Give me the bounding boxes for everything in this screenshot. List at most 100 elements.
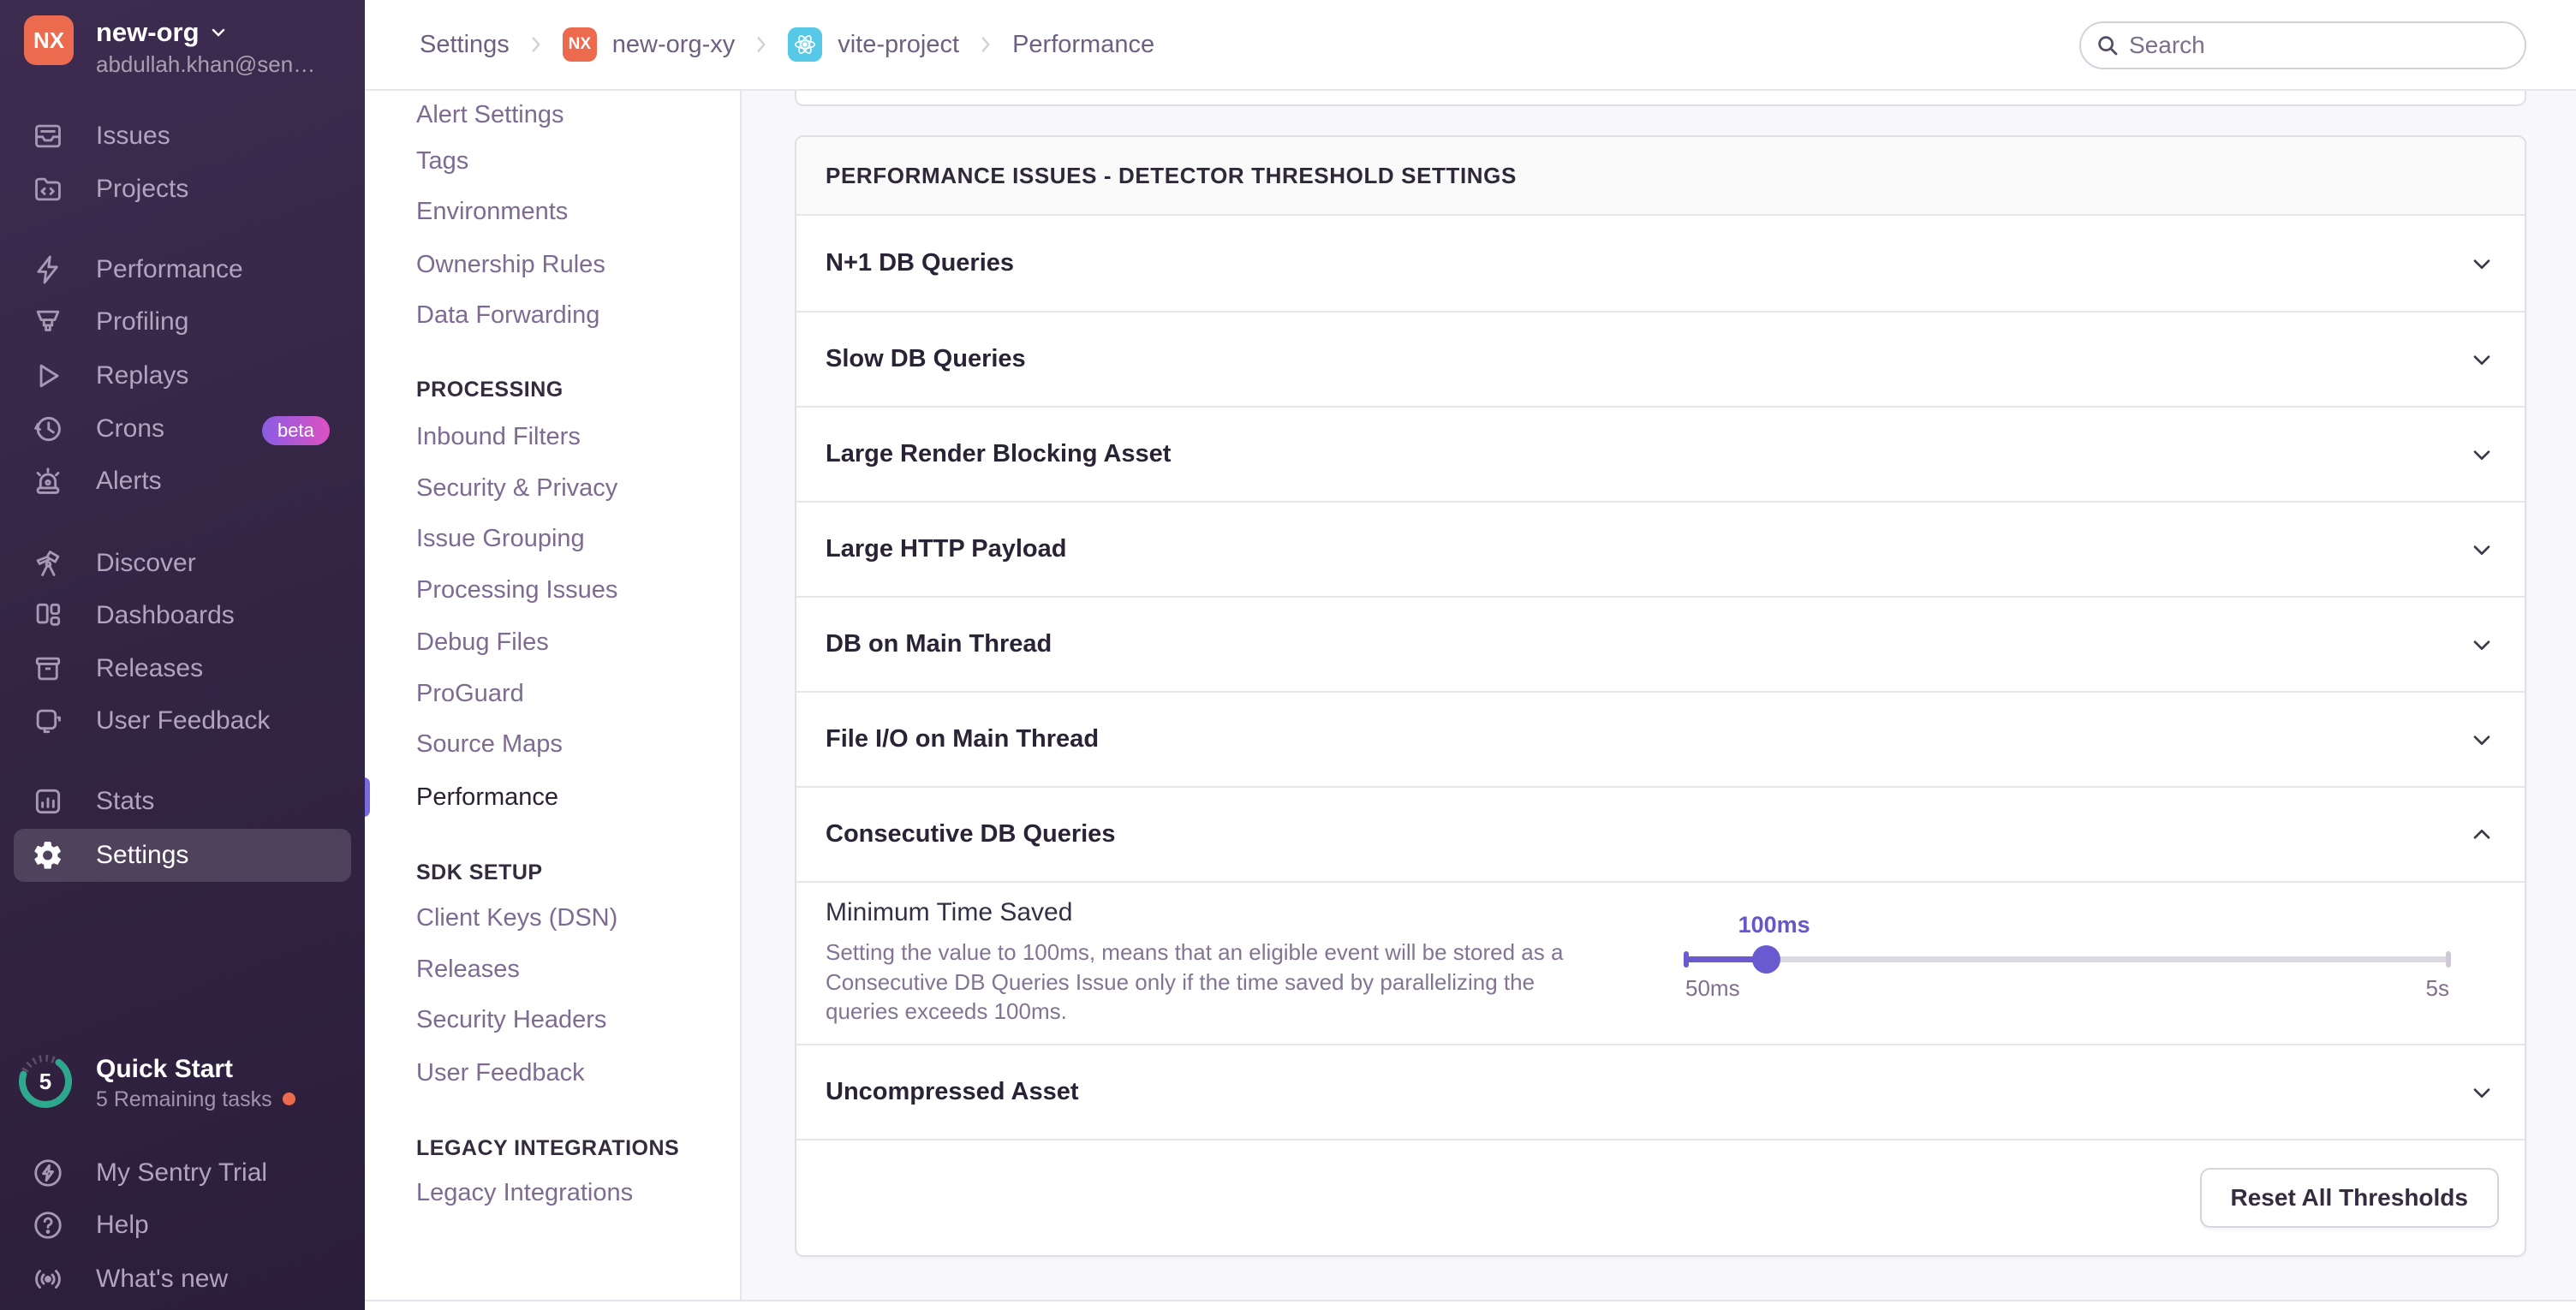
accordion-row-db-on-main-thread[interactable]: DB on Main Thread (796, 596, 2525, 691)
subnav-security-privacy[interactable]: Security & Privacy (416, 467, 617, 509)
subnav-issue-grouping[interactable]: Issue Grouping (416, 518, 585, 559)
gear-icon (31, 838, 65, 872)
sidebar-item-crons[interactable]: Crons beta (0, 402, 365, 456)
org-email: abdullah.khan@sen… (96, 51, 315, 78)
help-icon (31, 1208, 65, 1242)
sidebar-item-label: Crons (96, 414, 164, 444)
subnav-proguard[interactable]: ProGuard (416, 673, 524, 714)
setting-description: Setting the value to 100ms, means that a… (826, 938, 1613, 1027)
sidebar-item-trial[interactable]: My Sentry Trial (0, 1146, 365, 1200)
subnav-releases[interactable]: Releases (416, 949, 520, 990)
subnav-user-feedback[interactable]: User Feedback (416, 1052, 585, 1093)
bolt-circle-icon (31, 1156, 65, 1190)
main-content: PERFORMANCE ISSUES - DETECTOR THRESHOLD … (742, 91, 2576, 1310)
chevron-down-icon[interactable] (2468, 250, 2496, 277)
previous-panel-fragment (795, 91, 2526, 106)
subnav-data-forwarding[interactable]: Data Forwarding (416, 295, 599, 336)
sidebar-item-alerts[interactable]: Alerts (0, 455, 365, 508)
sidebar-item-discover[interactable]: Discover (0, 537, 365, 590)
panel-title: PERFORMANCE ISSUES - DETECTOR THRESHOLD … (796, 137, 2525, 216)
accordion-row-slow-db-queries[interactable]: Slow DB Queries (796, 311, 2525, 406)
accordion-row-n1-db-queries[interactable]: N+1 DB Queries (796, 216, 2525, 311)
sidebar-item-label: Settings (96, 841, 188, 870)
sidebar-item-label: Releases (96, 654, 203, 683)
chevron-down-icon[interactable] (2468, 726, 2496, 753)
sidebar-item-projects[interactable]: Projects (0, 163, 365, 216)
sidebar: NX new-org abdullah.khan@sen… Issues Pro… (0, 0, 365, 1310)
sidebar-item-performance[interactable]: Performance (0, 243, 365, 296)
subnav-alert-settings[interactable]: Alert Settings (416, 94, 564, 135)
sidebar-item-stats[interactable]: Stats (0, 775, 365, 828)
chevron-right-icon (750, 33, 772, 56)
react-project-icon (788, 27, 822, 62)
accordion-row-large-render-blocking-asset[interactable]: Large Render Blocking Asset (796, 406, 2525, 501)
row-label: Large Render Blocking Asset (826, 440, 1171, 468)
row-label: DB on Main Thread (826, 630, 1052, 658)
org-badge: NX (563, 27, 597, 62)
slider-thumb[interactable] (1752, 945, 1780, 974)
subnav-tags[interactable]: Tags (416, 140, 468, 182)
subnav-client-keys[interactable]: Client Keys (DSN) (416, 897, 617, 938)
search-input[interactable] (2129, 32, 2489, 59)
breadcrumb-org[interactable]: new-org-xy (612, 31, 735, 59)
sidebar-item-label: Dashboards (96, 601, 235, 630)
subnav-debug-files[interactable]: Debug Files (416, 622, 549, 663)
sidebar-item-replays[interactable]: Replays (0, 349, 365, 402)
sidebar-item-whats-new[interactable]: What's new (0, 1253, 365, 1306)
subnav-inbound-filters[interactable]: Inbound Filters (416, 416, 581, 457)
profiling-icon (31, 305, 65, 339)
sidebar-item-issues[interactable]: Issues (0, 110, 365, 163)
sidebar-item-label: Discover (96, 549, 196, 578)
subnav-performance[interactable]: Performance (416, 777, 558, 818)
row-label: Consecutive DB Queries (826, 820, 1115, 849)
accordion-row-uncompressed-asset[interactable]: Uncompressed Asset (796, 1044, 2525, 1139)
chevron-down-icon[interactable] (2468, 1079, 2496, 1106)
subnav-environments[interactable]: Environments (416, 191, 568, 232)
sidebar-item-dashboards[interactable]: Dashboards (0, 589, 365, 642)
play-icon (31, 359, 65, 393)
subnav-security-headers[interactable]: Security Headers (416, 999, 606, 1040)
sidebar-item-profiling[interactable]: Profiling (0, 295, 365, 348)
chevron-down-icon[interactable] (2468, 536, 2496, 563)
sidebar-item-settings[interactable]: Settings (14, 829, 351, 882)
subnav-legacy-integrations[interactable]: Legacy Integrations (416, 1172, 633, 1213)
accordion-row-consecutive-db-queries[interactable]: Consecutive DB Queries (796, 786, 2525, 881)
org-name[interactable]: new-org (96, 17, 229, 48)
telescope-icon (31, 546, 65, 581)
subnav-source-maps[interactable]: Source Maps (416, 723, 563, 765)
subnav-heading-legacy: LEGACY INTEGRATIONS (416, 1131, 679, 1165)
breadcrumb-page: Performance (1012, 31, 1154, 59)
subnav-heading-processing: PROCESSING (416, 372, 564, 407)
accordion-row-large-http-payload[interactable]: Large HTTP Payload (796, 501, 2525, 596)
consecutive-db-queries-detail: Minimum Time Saved Setting the value to … (796, 881, 2525, 1044)
breadcrumb-project[interactable]: vite-project (838, 31, 959, 59)
quick-start[interactable]: 5 Quick Start 5 Remaining tasks (0, 1051, 365, 1116)
panel-footer: Reset All Thresholds (796, 1139, 2525, 1255)
chevron-down-icon[interactable] (2468, 346, 2496, 373)
sidebar-item-label: Performance (96, 255, 243, 284)
breadcrumb-settings[interactable]: Settings (420, 31, 510, 59)
chevron-down-icon[interactable] (2468, 441, 2496, 468)
chevron-down-icon[interactable] (2468, 631, 2496, 658)
subnav-ownership-rules[interactable]: Ownership Rules (416, 244, 605, 285)
sidebar-item-user-feedback[interactable]: User Feedback (0, 694, 365, 747)
row-label: Uncompressed Asset (826, 1078, 1078, 1106)
threshold-slider: 100ms 50ms 5s (1685, 883, 2449, 1045)
search-bar[interactable] (2079, 21, 2526, 69)
sidebar-item-releases[interactable]: Releases (0, 642, 365, 695)
subnav-processing-issues[interactable]: Processing Issues (416, 569, 617, 610)
feedback-icon (31, 704, 65, 738)
sidebar-item-label: Issues (96, 122, 170, 151)
stats-icon (31, 784, 65, 819)
sidebar-item-help[interactable]: Help (0, 1199, 365, 1252)
slider-track[interactable] (1685, 956, 2449, 962)
accordion-row-file-io-on-main-thread[interactable]: File I/O on Main Thread (796, 691, 2525, 786)
sidebar-item-label: What's new (96, 1265, 228, 1294)
sidebar-item-label: Stats (96, 787, 154, 816)
org-avatar: NX (24, 15, 74, 65)
row-label: Large HTTP Payload (826, 535, 1067, 563)
chevron-down-icon (208, 22, 229, 43)
chevron-up-icon[interactable] (2468, 821, 2496, 849)
sidebar-item-label: My Sentry Trial (96, 1158, 267, 1188)
reset-all-thresholds-button[interactable]: Reset All Thresholds (2200, 1168, 2499, 1228)
